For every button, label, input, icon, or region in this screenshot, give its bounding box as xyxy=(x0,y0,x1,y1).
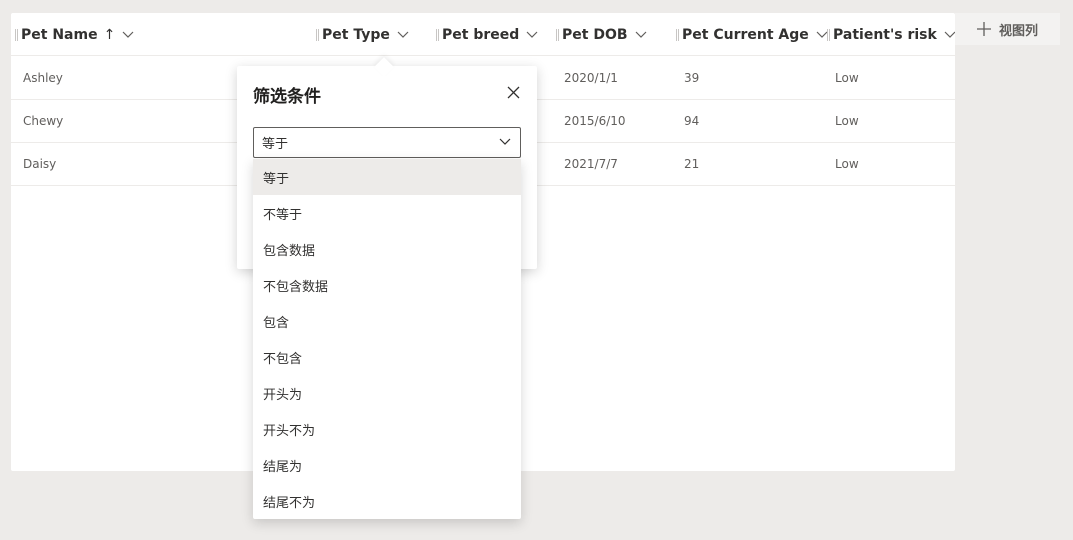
chevron-down-icon xyxy=(499,138,511,146)
dropdown-option[interactable]: 结尾不为 xyxy=(253,483,521,519)
filter-title: 筛选条件 xyxy=(253,87,321,107)
chevron-down-icon[interactable] xyxy=(635,31,647,39)
dropdown-option[interactable]: 不等于 xyxy=(253,195,521,231)
column-header-pet-dob[interactable]: Pet DOB xyxy=(556,13,647,56)
dropdown-option[interactable]: 包含数据 xyxy=(253,231,521,267)
close-icon xyxy=(507,84,520,103)
chevron-down-icon[interactable] xyxy=(526,31,538,39)
cell-pet-age: 21 xyxy=(684,157,700,171)
select-value: 等于 xyxy=(262,137,289,152)
column-header-label: Pet Type xyxy=(322,26,390,43)
column-header-label: Pet breed xyxy=(442,26,520,43)
cell-pet-age: 94 xyxy=(684,114,700,128)
cell-patient-risk: Low xyxy=(835,114,859,128)
dropdown-option[interactable]: 包含 xyxy=(253,303,521,339)
dropdown-option[interactable]: 开头不为 xyxy=(253,411,521,447)
column-resize-grip[interactable] xyxy=(827,28,830,41)
cell-patient-risk: Low xyxy=(835,157,859,171)
column-header-label: Pet Name xyxy=(21,26,98,43)
dropdown-option[interactable]: 开头为 xyxy=(253,375,521,411)
chevron-down-icon[interactable] xyxy=(816,31,828,39)
column-header-pet-type[interactable]: Pet Type xyxy=(316,13,409,56)
cell-pet-dob: 2020/1/1 xyxy=(564,71,618,85)
column-header-label: Patient's risk xyxy=(833,26,937,43)
filter-operator-dropdown: 等于 不等于 包含数据 不包含数据 包含 不包含 开头为 开头不为 结尾为 结尾… xyxy=(253,159,521,519)
column-header-pet-current-age[interactable]: Pet Current Age xyxy=(676,13,828,56)
cell-pet-dob: 2021/7/7 xyxy=(564,157,618,171)
chevron-down-icon[interactable] xyxy=(397,31,409,39)
grid-header: Pet Name ↑ Pet Type Pet breed Pet DOB Pe… xyxy=(11,13,956,56)
dropdown-option[interactable]: 等于 xyxy=(253,159,521,195)
add-icon xyxy=(976,22,991,36)
dropdown-option[interactable]: 不包含 xyxy=(253,339,521,375)
column-resize-grip[interactable] xyxy=(676,28,679,41)
chevron-down-icon[interactable] xyxy=(122,31,134,39)
column-header-patients-risk[interactable]: Patient's risk xyxy=(827,13,956,56)
cell-pet-name: Ashley xyxy=(23,71,63,85)
dropdown-option[interactable]: 不包含数据 xyxy=(253,267,521,303)
column-header-pet-name[interactable]: Pet Name ↑ xyxy=(15,13,134,56)
column-resize-grip[interactable] xyxy=(556,28,559,41)
sort-ascending-icon: ↑ xyxy=(103,26,116,43)
column-header-label: Pet Current Age xyxy=(682,26,809,43)
cell-pet-name: Daisy xyxy=(23,157,57,171)
column-resize-grip[interactable] xyxy=(436,28,439,41)
cell-pet-age: 39 xyxy=(684,71,700,85)
dropdown-option[interactable]: 结尾为 xyxy=(253,447,521,483)
view-columns-label: 视图列 xyxy=(998,23,1038,39)
column-resize-grip[interactable] xyxy=(15,28,18,41)
column-resize-grip[interactable] xyxy=(316,28,319,41)
cell-pet-name: Chewy xyxy=(23,114,64,128)
view-columns-button[interactable]: 视图列 xyxy=(955,13,1060,45)
close-button[interactable] xyxy=(503,83,523,103)
filter-operator-select[interactable]: 等于 xyxy=(253,127,521,158)
cell-patient-risk: Low xyxy=(835,71,859,85)
cell-pet-dob: 2015/6/10 xyxy=(564,114,626,128)
column-header-pet-breed[interactable]: Pet breed xyxy=(436,13,538,56)
column-header-label: Pet DOB xyxy=(562,26,628,43)
